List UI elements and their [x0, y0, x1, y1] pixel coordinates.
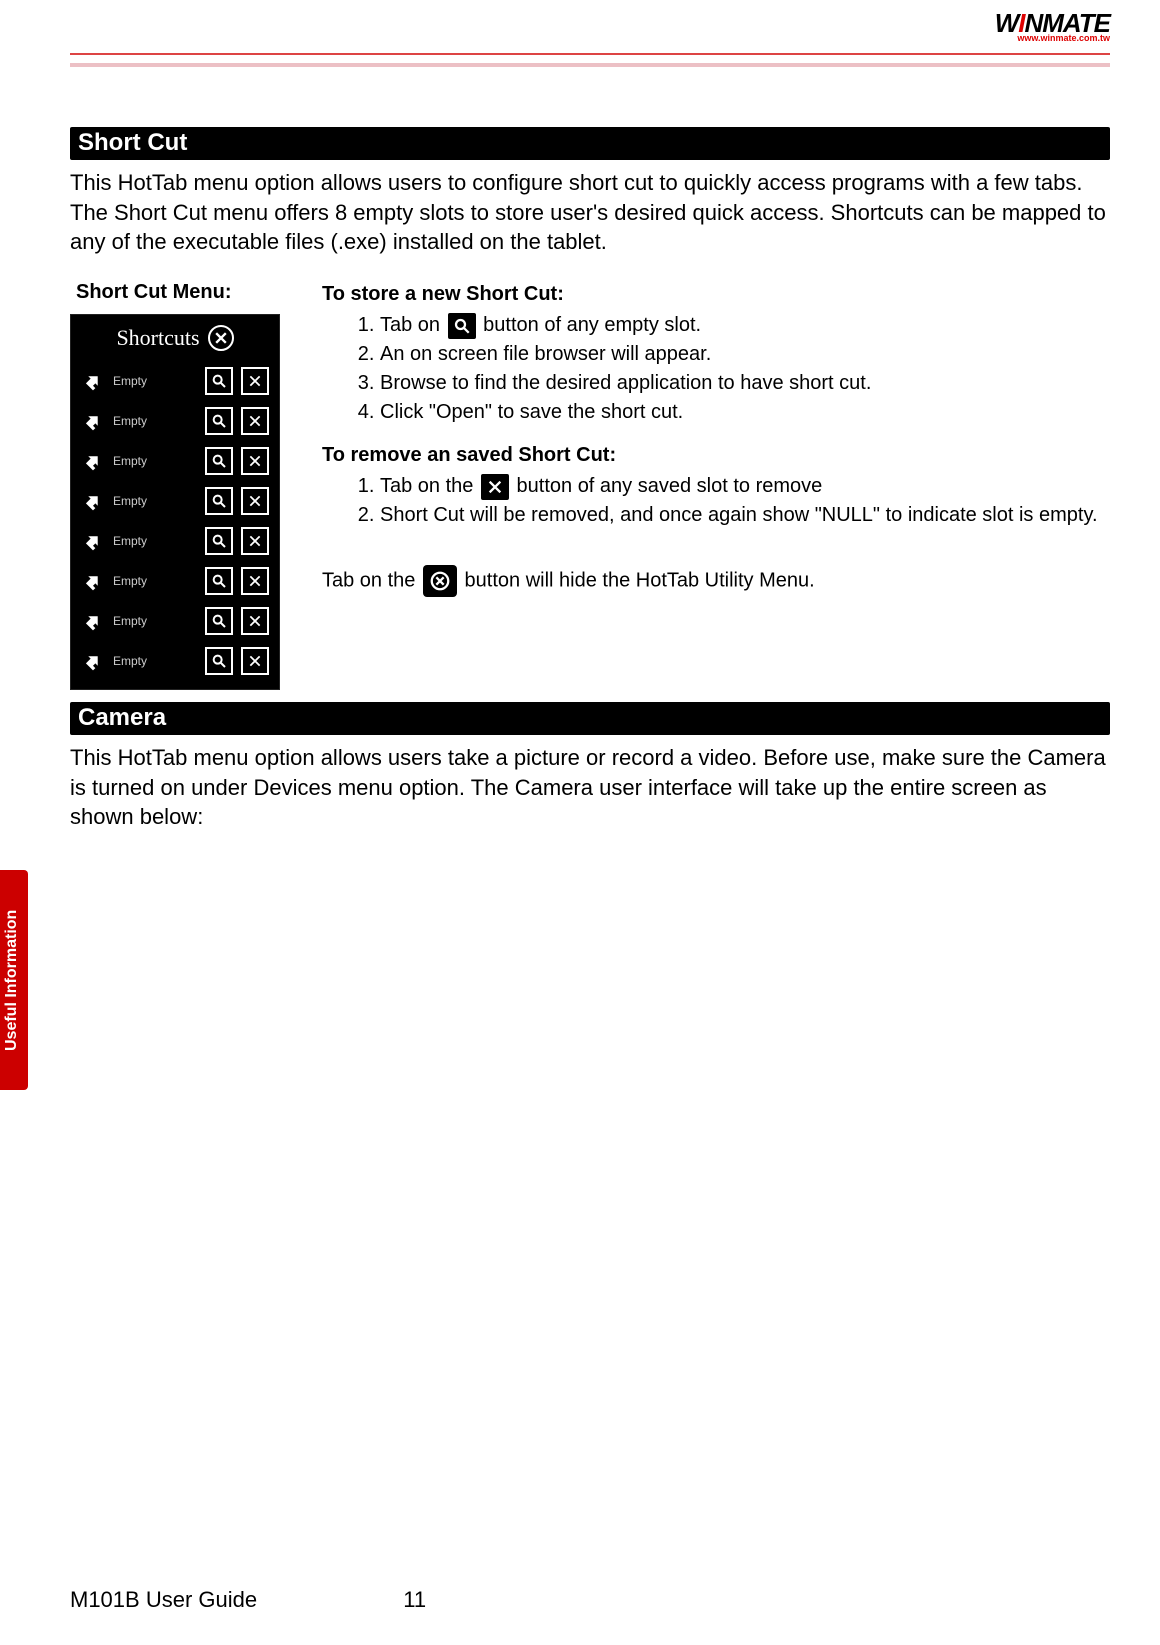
x-icon[interactable]: [241, 527, 269, 555]
search-icon[interactable]: [205, 567, 233, 595]
x-icon[interactable]: [241, 367, 269, 395]
hide-note: Tab on the button will hide the HotTab U…: [322, 565, 1110, 597]
hide-menu-icon: [423, 565, 457, 597]
shortcut-arrow-icon: [81, 369, 105, 393]
footer: M101B User Guide 11: [70, 1587, 1110, 1613]
shortcut-row: Empty: [79, 641, 271, 681]
shortcut-slot-label: Empty: [113, 414, 197, 428]
shortcut-panel-header: Shortcuts: [79, 325, 271, 351]
remove-steps-list: Tab on the button of any saved slot to r…: [322, 473, 1110, 529]
shortcut-slot-label: Empty: [113, 574, 197, 588]
store-steps-list: Tab on button of any empty slot.An on sc…: [322, 312, 1110, 426]
shortcut-slot-label: Empty: [113, 494, 197, 508]
side-tab-useful-information[interactable]: Useful Information: [0, 870, 28, 1090]
search-icon[interactable]: [205, 607, 233, 635]
header-rule-red: [70, 53, 1110, 55]
search-icon[interactable]: [205, 647, 233, 675]
shortcut-panel-title: Shortcuts: [116, 325, 199, 351]
shortcut-row: Empty: [79, 441, 271, 481]
shortcut-arrow-icon: [81, 489, 105, 513]
shortcut-slot-label: Empty: [113, 454, 197, 468]
shortcut-slot-label: Empty: [113, 654, 197, 668]
x-icon[interactable]: [241, 567, 269, 595]
shortcut-arrow-icon: [81, 649, 105, 673]
step-item: Short Cut will be removed, and once agai…: [380, 502, 1110, 529]
shortcut-intro: This HotTab menu option allows users to …: [70, 168, 1110, 257]
remove-title: To remove an saved Short Cut:: [322, 442, 1110, 469]
shortcut-arrow-icon: [81, 569, 105, 593]
step-item: Tab on button of any empty slot.: [380, 312, 1110, 339]
search-icon[interactable]: [205, 487, 233, 515]
shortcut-row: Empty: [79, 601, 271, 641]
footer-page-number: 11: [403, 1587, 426, 1613]
step-item: An on screen file browser will appear.: [380, 341, 1110, 368]
shortcut-arrow-icon: [81, 529, 105, 553]
close-icon[interactable]: [208, 325, 234, 351]
store-title: To store a new Short Cut:: [322, 281, 1110, 308]
step-item: Browse to find the desired application t…: [380, 370, 1110, 397]
shortcut-arrow-icon: [81, 449, 105, 473]
shortcut-arrow-icon: [81, 409, 105, 433]
shortcut-slot-label: Empty: [113, 534, 197, 548]
section-title-camera: Camera: [70, 702, 1110, 735]
search-icon[interactable]: [205, 447, 233, 475]
shortcut-row: Empty: [79, 361, 271, 401]
search-icon[interactable]: [205, 407, 233, 435]
shortcut-slot-label: Empty: [113, 614, 197, 628]
shortcut-row: Empty: [79, 401, 271, 441]
search-icon[interactable]: [205, 527, 233, 555]
x-icon[interactable]: [241, 407, 269, 435]
x-icon[interactable]: [241, 487, 269, 515]
winmate-logo: WINMATE www.winmate.com.tw: [995, 10, 1110, 43]
step-item: Click "Open" to save the short cut.: [380, 399, 1110, 426]
section-title-shortcut: Short Cut: [70, 127, 1110, 160]
camera-intro: This HotTab menu option allows users tak…: [70, 743, 1110, 832]
header-rule-pink: [70, 63, 1110, 67]
shortcut-row: Empty: [79, 521, 271, 561]
footer-doc-title: M101B User Guide: [70, 1587, 257, 1612]
x-icon[interactable]: [241, 647, 269, 675]
x-icon[interactable]: [241, 607, 269, 635]
x-icon: [481, 474, 509, 500]
step-item: Tab on the button of any saved slot to r…: [380, 473, 1110, 500]
search-icon[interactable]: [205, 367, 233, 395]
x-icon[interactable]: [241, 447, 269, 475]
search-icon: [448, 313, 476, 339]
shortcut-row: Empty: [79, 481, 271, 521]
shortcut-slot-label: Empty: [113, 374, 197, 388]
shortcut-arrow-icon: [81, 609, 105, 633]
header: WINMATE www.winmate.com.tw: [70, 0, 1110, 47]
shortcut-panel: Shortcuts Empty Empty Empty Empty Empty Empty…: [70, 314, 280, 690]
shortcut-menu-label: Short Cut Menu:: [70, 281, 280, 304]
shortcut-row: Empty: [79, 561, 271, 601]
